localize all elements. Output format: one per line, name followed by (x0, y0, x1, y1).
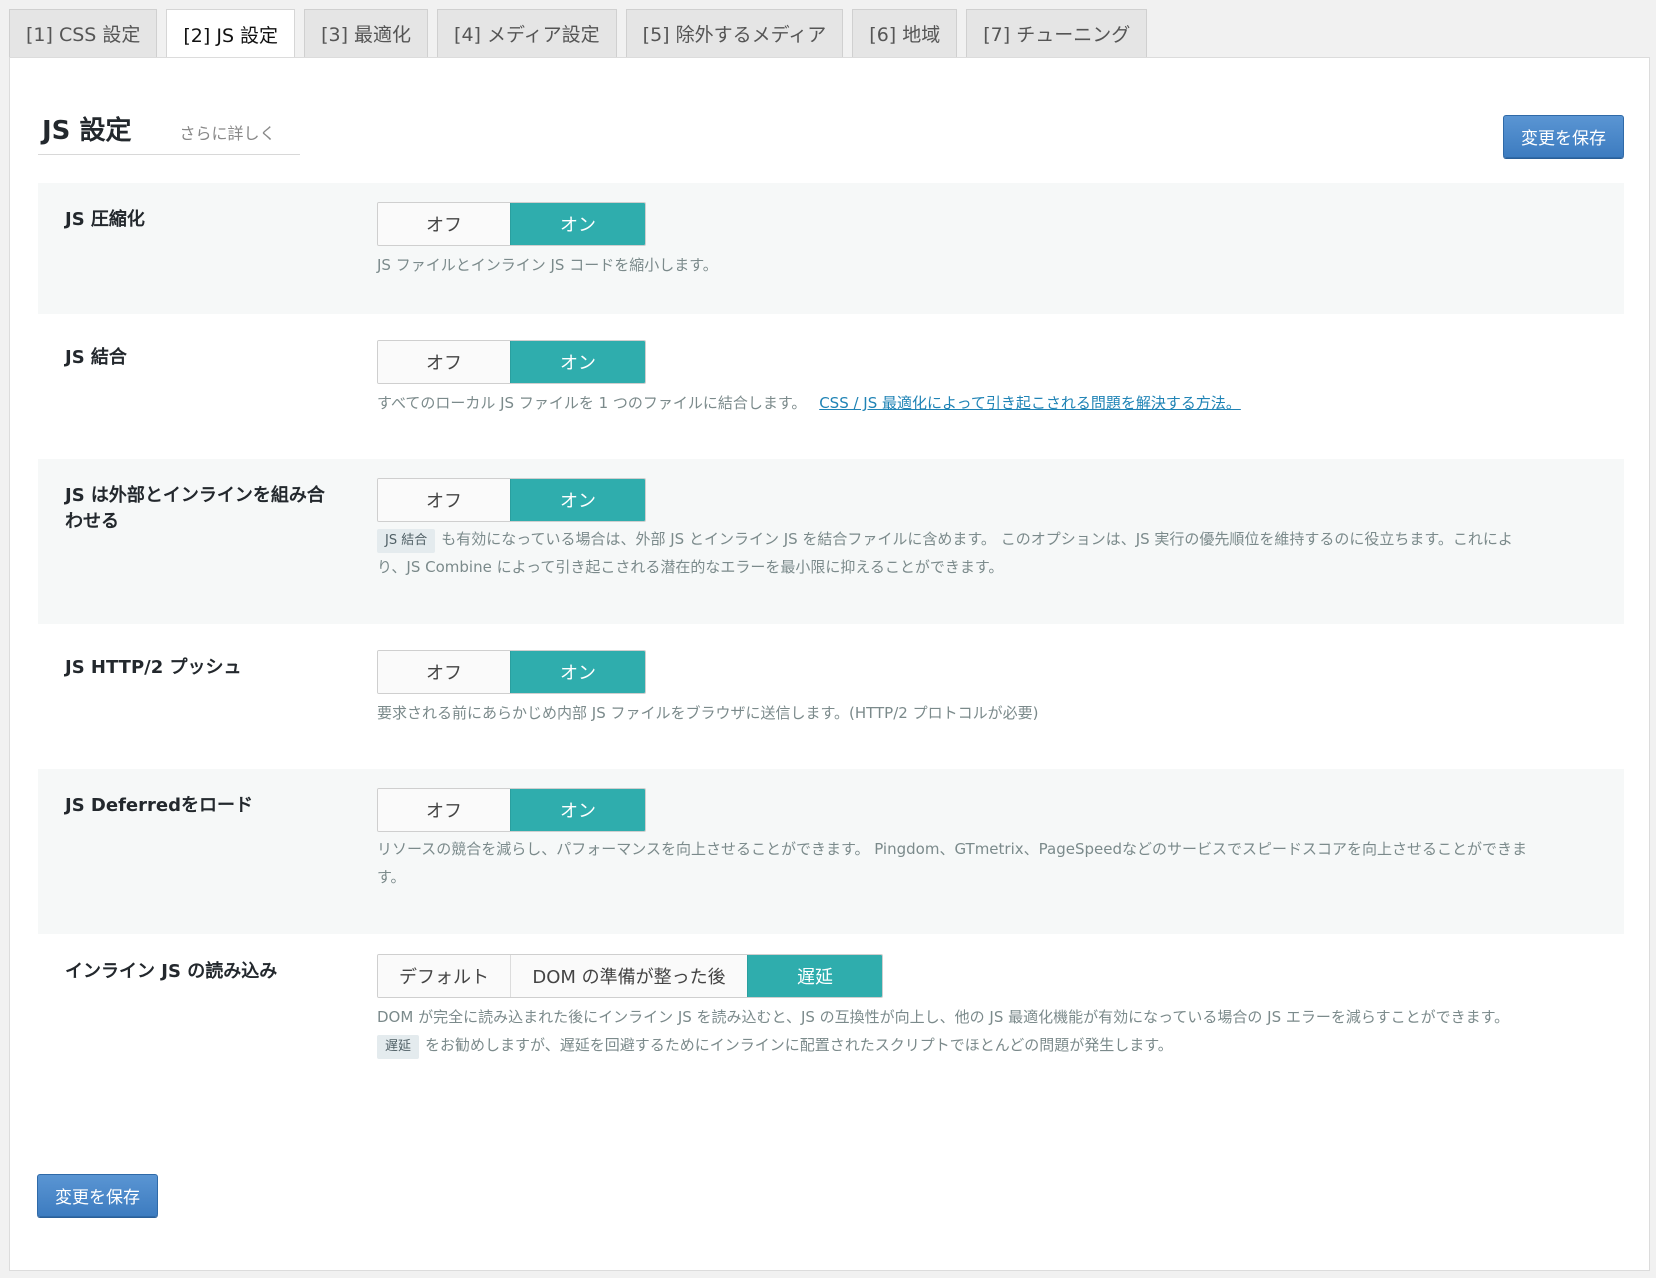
js-http2-push-toggle: オフ オン (377, 650, 646, 694)
setting-description: すべてのローカル JS ファイルを 1 つのファイルに結合します。 CSS / … (377, 389, 1537, 417)
option-default[interactable]: デフォルト (378, 955, 510, 997)
page-header: JS 設定 さらに詳しく (38, 110, 300, 155)
js-minify-toggle: オフ オン (377, 202, 646, 246)
setting-row-js-combine: JS 結合 オフ オン すべてのローカル JS ファイルを 1 つのファイルに結… (38, 321, 1624, 452)
setting-label: JS Deferredをロード (65, 795, 253, 816)
tab-tuning[interactable]: [7] チューニング (966, 9, 1148, 57)
toggle-on-option[interactable]: オン (510, 203, 645, 245)
settings-tabs: [1] CSS 設定 [2] JS 設定 [3] 最適化 [4] メディア設定 … (9, 9, 1148, 59)
setting-description: JS 結合 も有効になっている場合は、外部 JS とインライン JS を結合ファイ… (377, 525, 1537, 581)
description-text: も有効になっている場合は、外部 JS とインライン JS を結合ファイルに含めま… (377, 530, 1513, 576)
code-tag: JS 結合 (377, 529, 436, 553)
troubleshoot-link[interactable]: CSS / JS 最適化によって引き起こされる問題を解決する方法。 (819, 394, 1241, 412)
save-changes-button-top[interactable]: 変更を保存 (1503, 115, 1624, 158)
tab-css-settings[interactable]: [1] CSS 設定 (9, 9, 158, 57)
learn-more-link[interactable]: さらに詳しく (179, 120, 275, 144)
setting-description: リソースの競合を減らし、パフォーマンスを向上させることができます。 Pingdo… (377, 840, 1527, 886)
inline-js-load-selector: デフォルト DOM の準備が整った後 遅延 (377, 954, 883, 998)
setting-row-inline-js-load: インライン JS の読み込み デフォルト DOM の準備が整った後 遅延 DOM… (38, 935, 1624, 1135)
setting-description: JS ファイルとインライン JS コードを縮小します。 (377, 256, 718, 274)
js-deferred-toggle: オフ オン (377, 788, 646, 832)
setting-row-js-deferred: JS Deferredをロード オフ オン リソースの競合を減らし、パフォーマン… (38, 769, 1624, 934)
setting-row-js-combine-external-inline: JS は外部とインラインを組み合わせる オフ オン JS 結合 も有効になっている… (38, 459, 1624, 624)
tab-localization[interactable]: [6] 地域 (852, 9, 958, 57)
tab-media-settings[interactable]: [4] メディア設定 (437, 9, 617, 57)
tab-js-settings[interactable]: [2] JS 設定 (166, 9, 296, 59)
toggle-off-option[interactable]: オフ (378, 789, 510, 831)
option-after-dom-ready[interactable]: DOM の準備が整った後 (510, 955, 747, 997)
toggle-off-option[interactable]: オフ (378, 341, 510, 383)
toggle-on-option[interactable]: オン (510, 479, 645, 521)
toggle-on-option[interactable]: オン (510, 651, 645, 693)
recommendation-note: 遅延 をお勧めしますが、遅延を回避するためにインラインに配置されたスクリプトでほと… (377, 1031, 1537, 1059)
settings-panel: JS 設定 さらに詳しく 変更を保存 JS 圧縮化 オフ オン JS ファイルと… (9, 57, 1650, 1271)
tab-media-excludes[interactable]: [5] 除外するメディア (625, 9, 844, 57)
setting-label: インライン JS の読み込み (65, 961, 278, 982)
note-text: をお勧めしますが、遅延を回避するためにインラインに配置されたスクリプトでほとんど… (425, 1036, 1173, 1054)
code-tag: 遅延 (377, 1035, 420, 1059)
setting-description: DOM が完全に読み込まれた後にインライン JS を読み込むと、JS の互換性が… (377, 1003, 1537, 1059)
setting-row-js-http2-push: JS HTTP/2 プッシュ オフ オン 要求される前にあらかじめ内部 JS フ… (38, 631, 1624, 762)
setting-description: 要求される前にあらかじめ内部 JS ファイルをブラウザに送信します。(HTTP/… (377, 704, 1039, 722)
setting-label: JS 圧縮化 (65, 209, 145, 230)
toggle-off-option[interactable]: オフ (378, 479, 510, 521)
save-changes-button-bottom[interactable]: 変更を保存 (37, 1174, 158, 1217)
option-deferred[interactable]: 遅延 (747, 955, 882, 997)
js-combine-toggle: オフ オン (377, 340, 646, 384)
description-text: DOM が完全に読み込まれた後にインライン JS を読み込むと、JS の互換性が… (377, 1008, 1510, 1026)
toggle-on-option[interactable]: オン (510, 789, 645, 831)
setting-label: JS 結合 (65, 347, 127, 368)
setting-label: JS HTTP/2 プッシュ (65, 657, 242, 678)
page-title: JS 設定 (42, 116, 132, 146)
toggle-off-option[interactable]: オフ (378, 203, 510, 245)
toggle-on-option[interactable]: オン (510, 341, 645, 383)
tab-optimization[interactable]: [3] 最適化 (304, 9, 429, 57)
toggle-off-option[interactable]: オフ (378, 651, 510, 693)
setting-label: JS は外部とインラインを組み合わせる (65, 485, 325, 532)
setting-row-js-minify: JS 圧縮化 オフ オン JS ファイルとインライン JS コードを縮小します。 (38, 183, 1624, 314)
js-combine-external-inline-toggle: オフ オン (377, 478, 646, 522)
description-text: すべてのローカル JS ファイルを 1 つのファイルに結合します。 (377, 394, 807, 412)
